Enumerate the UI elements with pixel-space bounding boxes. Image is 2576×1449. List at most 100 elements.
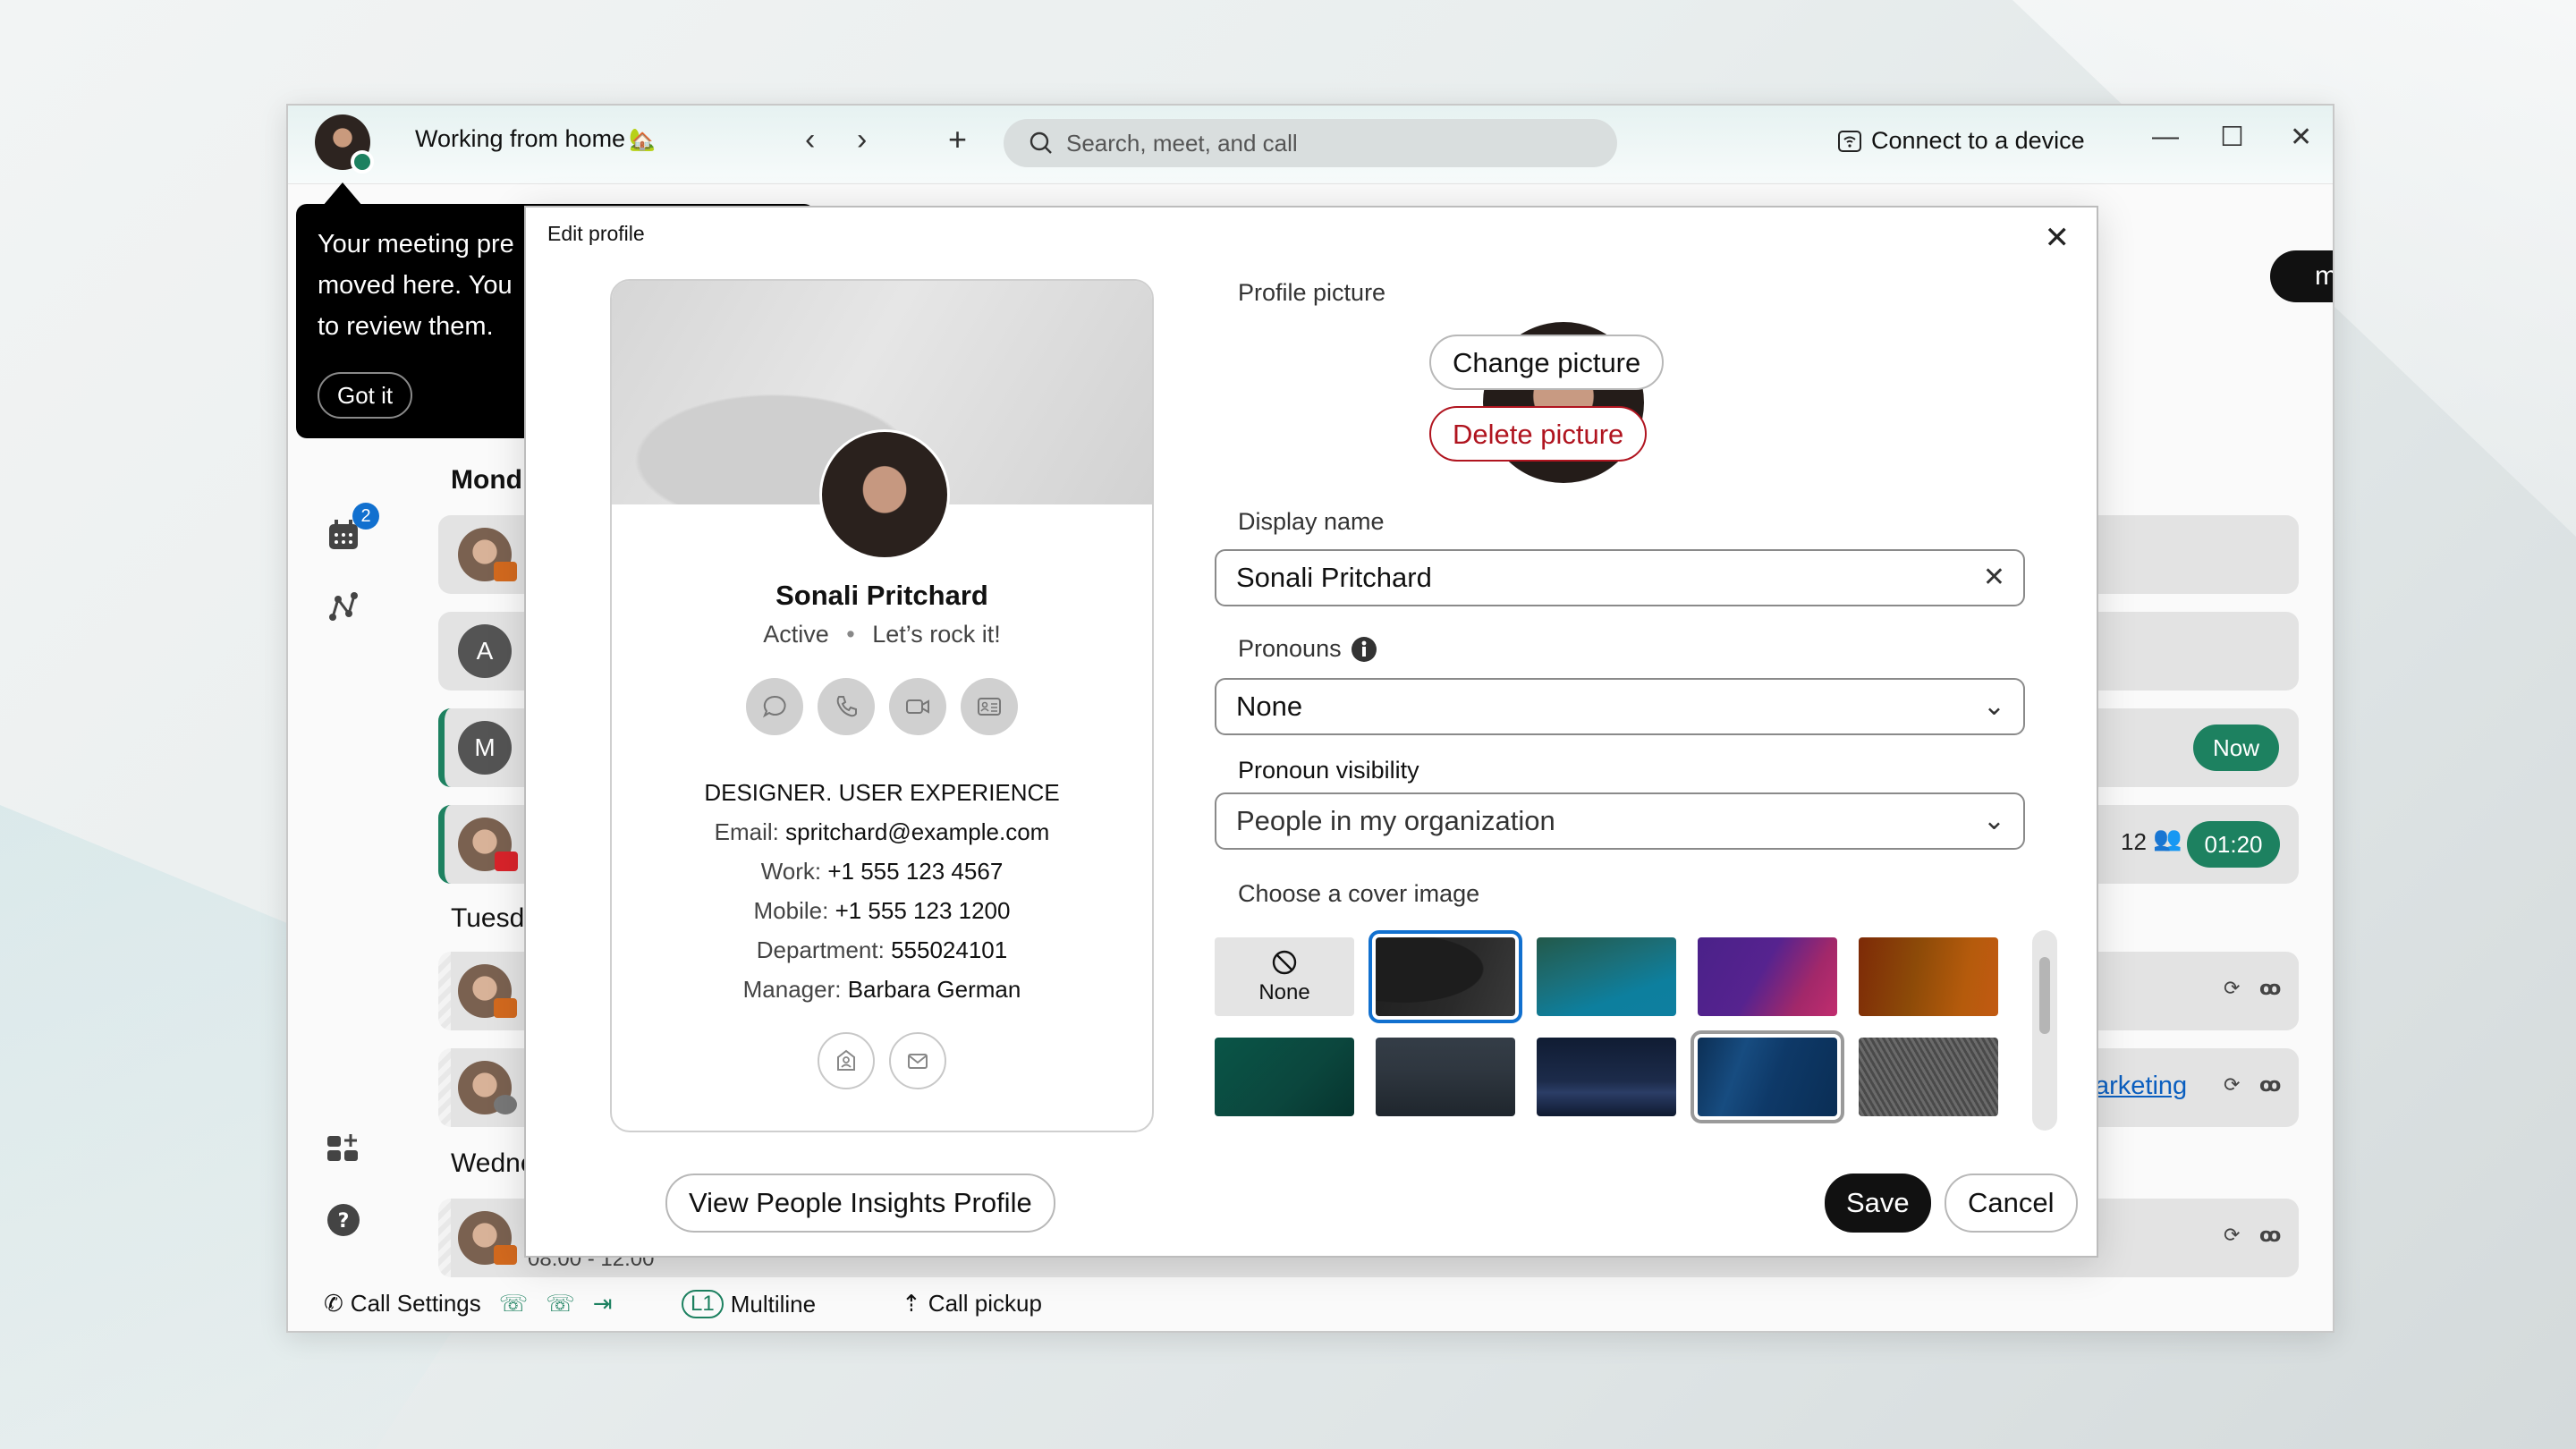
call-settings-button[interactable]: ✆ Call Settings ☏ ☏ ⇥ xyxy=(324,1290,613,1318)
video-icon[interactable] xyxy=(889,678,946,735)
avatar: A xyxy=(458,624,512,678)
cover-option-teal-wave[interactable] xyxy=(1537,937,1676,1016)
start-meeting-button[interactable]: meeting xyxy=(2270,250,2333,302)
back-icon[interactable]: ‹ xyxy=(805,122,815,157)
department-line: Department: 555024101 xyxy=(756,936,1008,963)
message-icon[interactable] xyxy=(746,678,803,735)
mobile-phone-line: Mobile: +1 555 123 1200 xyxy=(753,897,1011,924)
video-badge-icon xyxy=(494,998,517,1018)
email-line: Email: spritchard@example.com xyxy=(714,818,1050,845)
change-picture-button[interactable]: Change picture xyxy=(1429,335,1665,390)
search-icon xyxy=(1030,131,1052,154)
new-plus-icon[interactable]: + xyxy=(948,122,967,157)
card-name: Sonali Pritchard xyxy=(775,580,988,611)
call-settings-label: Call Settings xyxy=(350,1290,481,1317)
recurring-icon: ⟳ xyxy=(2224,1073,2241,1096)
workflow-icon[interactable] xyxy=(326,589,361,624)
help-icon[interactable]: ? xyxy=(326,1202,361,1238)
contact-card-icon[interactable] xyxy=(961,678,1018,735)
video-badge-icon xyxy=(494,1245,517,1265)
pronoun-visibility-label: Pronoun visibility xyxy=(1238,757,1419,784)
phone-icon[interactable] xyxy=(818,678,875,735)
job-title: DESIGNER. USER EXPERIENCE xyxy=(704,779,1060,806)
title-bar: Working from home 🏡 ‹ › + Search, meet, a… xyxy=(288,106,2333,184)
multiline-label: Multiline xyxy=(730,1290,817,1318)
search-placeholder: Search, meet, and call xyxy=(1066,129,1298,157)
display-name-value: Sonali Pritchard xyxy=(1236,562,1432,593)
meeting-timer: 01:20 xyxy=(2187,821,2280,868)
attendees-icon: 👥 xyxy=(2153,825,2182,852)
cover-option-dunes[interactable] xyxy=(1537,1038,1676,1116)
cover-option-dark-graphite[interactable] xyxy=(1368,930,1522,1023)
email-icon[interactable] xyxy=(889,1032,946,1089)
chevron-down-icon: ⌄ xyxy=(1982,806,2005,835)
cover-image-label: Choose a cover image xyxy=(1238,880,1480,907)
card-actions xyxy=(612,678,1152,735)
directory-profile-icon[interactable] xyxy=(818,1032,875,1089)
scrollbar-thumb[interactable] xyxy=(2039,957,2050,1034)
day-label-wednesday: Wedne xyxy=(451,1148,536,1178)
card-avatar xyxy=(819,429,950,560)
device-wifi-icon xyxy=(1838,130,1861,152)
card-details: DESIGNER. USER EXPERIENCE Email: spritch… xyxy=(612,773,1152,1009)
webex-icon: ꝏ xyxy=(2259,977,2282,999)
got-it-button[interactable]: Got it xyxy=(318,372,413,419)
cover-option-orange-amber[interactable] xyxy=(1859,937,1998,1016)
cover-option-ocean-shore[interactable] xyxy=(1690,1030,1844,1123)
profile-preview-card: Sonali Pritchard Active • Let’s rock it!… xyxy=(610,279,1154,1132)
maximize-icon[interactable]: ☐ xyxy=(2220,122,2244,153)
forward-icon[interactable]: › xyxy=(857,122,867,157)
cover-scrollbar[interactable] xyxy=(2032,930,2057,1131)
cover-option-none[interactable]: None xyxy=(1215,937,1354,1016)
dialog-title: Edit profile xyxy=(547,222,645,245)
now-badge: Now xyxy=(2193,724,2279,771)
profile-picture-label: Profile picture xyxy=(1238,279,1386,306)
profile-form: Profile picture Change picture Delete pi… xyxy=(1215,208,2073,1256)
info-icon[interactable] xyxy=(1351,636,1377,663)
recurring-icon: ⟳ xyxy=(2224,977,2241,999)
call-transfer-icon[interactable]: ☏ xyxy=(546,1290,575,1318)
minimize-icon[interactable]: — xyxy=(2152,122,2179,152)
pronouns-label-row: Pronouns xyxy=(1238,635,1377,663)
pronoun-visibility-select[interactable]: People in my organization ⌄ xyxy=(1215,792,2025,850)
share-badge-icon xyxy=(495,852,518,871)
line-badge: L1 xyxy=(682,1290,724,1318)
call-pickup-button[interactable]: ⇡ Call pickup xyxy=(902,1290,1042,1318)
pronouns-value: None xyxy=(1236,691,1303,722)
call-pickup-icon: ⇡ xyxy=(902,1290,921,1317)
cover-option-mountain[interactable] xyxy=(1376,1038,1515,1116)
svg-text:?: ? xyxy=(338,1210,350,1233)
add-apps-icon[interactable] xyxy=(326,1131,361,1166)
meeting-link[interactable]: arketing xyxy=(2095,1072,2187,1101)
cover-option-deep-green[interactable] xyxy=(1215,1038,1354,1116)
save-button[interactable]: Save xyxy=(1825,1174,1931,1233)
display-name-input[interactable]: Sonali Pritchard ✕ xyxy=(1215,549,2025,606)
multiline-button[interactable]: L1 Multiline xyxy=(682,1290,816,1318)
webex-icon: ꝏ xyxy=(2259,1224,2282,1246)
manager-line: Manager: Barbara German xyxy=(742,976,1021,1003)
presence-indicator xyxy=(351,150,374,174)
call-pickup-label: Call pickup xyxy=(928,1290,1042,1317)
close-window-icon[interactable]: ✕ xyxy=(2290,122,2312,153)
cover-option-grey-lines[interactable] xyxy=(1859,1038,1998,1116)
none-label: None xyxy=(1258,980,1310,1004)
call-footer: ✆ Call Settings ☏ ☏ ⇥ L1 Multiline ⇡ Cal… xyxy=(288,1279,2333,1331)
webex-icon: ꝏ xyxy=(2259,1073,2282,1096)
house-emoji-icon: 🏡 xyxy=(629,128,656,152)
attendee-count: 12 xyxy=(2121,828,2147,855)
call-forward-icon[interactable]: ☏ xyxy=(499,1290,529,1318)
cover-option-purple-magenta[interactable] xyxy=(1698,937,1837,1016)
pronouns-select[interactable]: None ⌄ xyxy=(1215,678,2025,735)
status-message[interactable]: Working from home 🏡 xyxy=(415,125,656,153)
pronouns-label: Pronouns xyxy=(1238,635,1342,662)
search-input[interactable]: Search, meet, and call xyxy=(1004,119,1617,167)
delete-picture-button[interactable]: Delete picture xyxy=(1429,406,1648,462)
display-name-label: Display name xyxy=(1238,508,1385,535)
view-people-insights-button[interactable]: View People Insights Profile xyxy=(665,1174,1055,1233)
clear-input-icon[interactable]: ✕ xyxy=(1983,551,2005,605)
edit-profile-dialog: Edit profile ✕ Sonali Pritchard Active •… xyxy=(524,206,2098,1258)
call-exit-icon[interactable]: ⇥ xyxy=(593,1290,613,1318)
none-icon xyxy=(1272,950,1297,975)
connect-device-button[interactable]: Connect to a device xyxy=(1837,127,2085,155)
cancel-button[interactable]: Cancel xyxy=(1945,1174,2078,1233)
